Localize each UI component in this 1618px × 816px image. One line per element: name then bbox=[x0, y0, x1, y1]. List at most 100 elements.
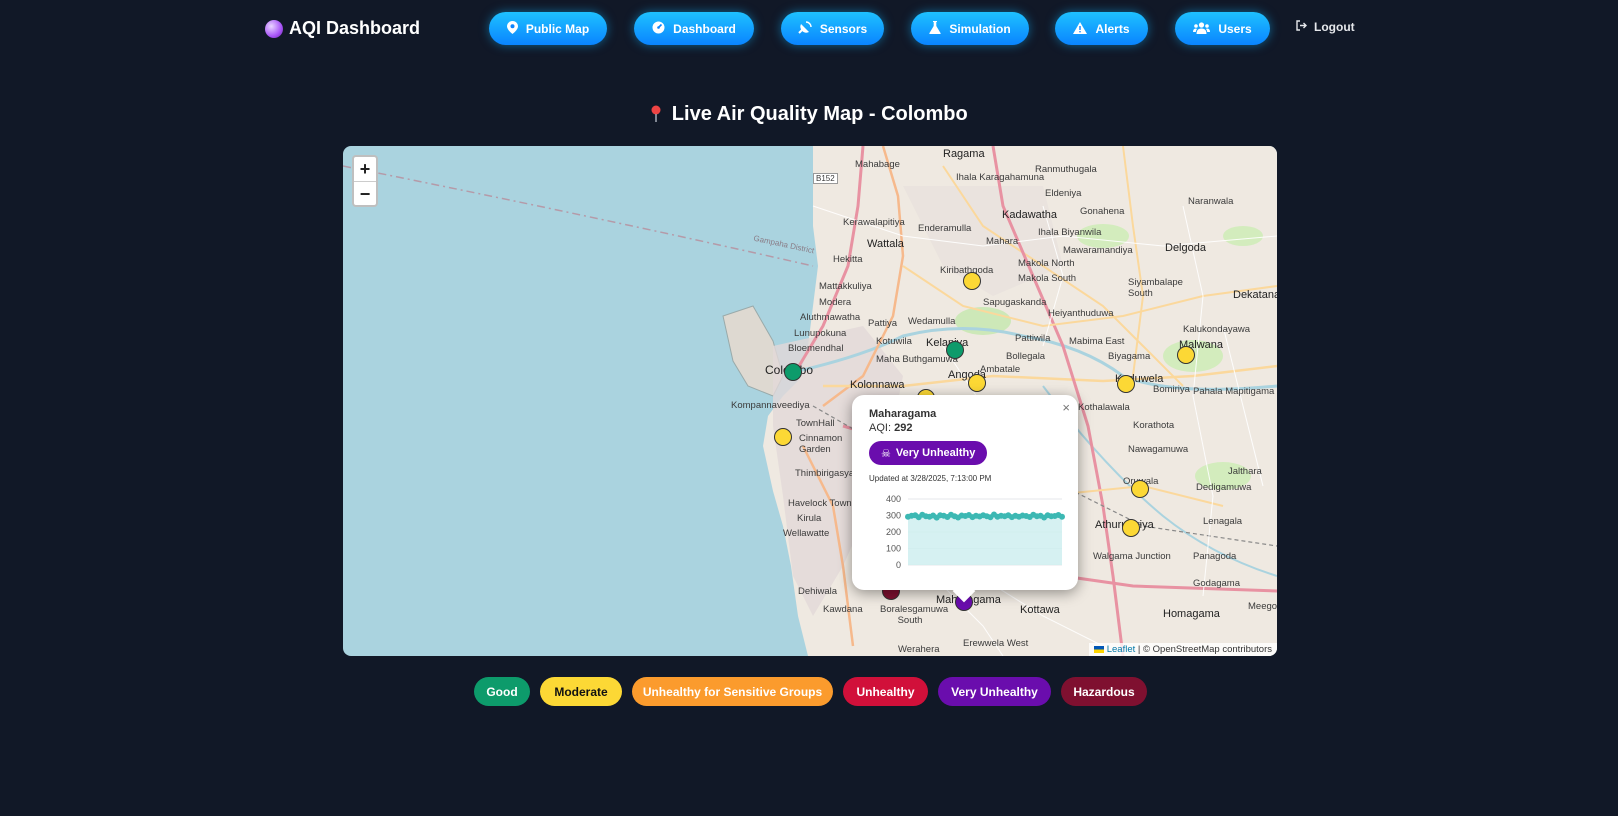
aqi-marker[interactable] bbox=[1177, 346, 1195, 364]
legend-label: Unhealthy bbox=[856, 684, 915, 699]
map-label: Pattiya bbox=[868, 318, 898, 329]
globe-icon bbox=[265, 19, 283, 38]
aqi-marker[interactable] bbox=[968, 374, 986, 392]
map-label: Dehiwala bbox=[798, 586, 838, 597]
nav-label: Users bbox=[1218, 21, 1252, 36]
zoom-out-button[interactable]: − bbox=[354, 181, 376, 205]
legend-label: Very Unhealthy bbox=[951, 684, 1038, 699]
map-label: Homagama bbox=[1163, 608, 1220, 620]
map-tiles[interactable] bbox=[343, 146, 1277, 656]
aqi-marker[interactable] bbox=[963, 272, 981, 290]
chart-area bbox=[908, 514, 1062, 565]
aqi-marker[interactable] bbox=[946, 341, 964, 359]
map-label: Cinnamon Garden bbox=[799, 433, 843, 455]
map-label: Ambatale bbox=[980, 364, 1021, 375]
aqi-trend-chart: 400 300 200 100 0 bbox=[886, 494, 1065, 570]
warning-icon bbox=[1073, 21, 1088, 36]
map-label: Werahera bbox=[898, 644, 940, 655]
logout-button[interactable]: Logout bbox=[1296, 20, 1355, 34]
ukraine-flag-icon bbox=[1093, 645, 1104, 653]
map-label: Gonahena bbox=[1080, 206, 1125, 217]
popup-location: Maharagama bbox=[869, 408, 937, 420]
map-label: Kerawalapitiya bbox=[843, 217, 905, 228]
map-label: Ihala Karagahamuna bbox=[956, 172, 1045, 183]
map-label: Dekatana bbox=[1233, 289, 1277, 301]
legend-unhealthy: Unhealthy bbox=[843, 677, 928, 706]
map-label: Mahara bbox=[986, 236, 1019, 247]
nav-alerts-button[interactable]: Alerts bbox=[1055, 12, 1148, 45]
map-label: Boralesgamuwa South bbox=[880, 604, 949, 626]
map-label: Kompannaveediya bbox=[731, 400, 810, 411]
aqi-marker[interactable] bbox=[1131, 480, 1149, 498]
aqi-marker[interactable] bbox=[1117, 375, 1135, 393]
station-popup: × Maharagama AQI: 292 ☠ Very Unhealthy U… bbox=[852, 395, 1078, 590]
nav-label: Alerts bbox=[1095, 21, 1130, 36]
aqi-marker[interactable] bbox=[784, 363, 802, 381]
map-label: Kawdana bbox=[823, 604, 863, 615]
nav-sensors-button[interactable]: Sensors bbox=[781, 12, 884, 45]
map-label: Meegoda bbox=[1248, 601, 1277, 612]
skull-crossbones-icon: ☠ bbox=[881, 447, 891, 460]
zoom-in-button[interactable]: + bbox=[354, 157, 376, 181]
aqi-marker[interactable] bbox=[1122, 519, 1140, 537]
map-label: Bomiriya bbox=[1153, 384, 1190, 395]
map-label: Havelock Town bbox=[788, 498, 852, 509]
page-title-text: Live Air Quality Map - Colombo bbox=[671, 103, 968, 125]
zoom-control: + − bbox=[352, 155, 378, 207]
nav-label: Dashboard bbox=[673, 21, 736, 36]
legend-label: Moderate bbox=[554, 684, 608, 699]
map-label: Ihala Biyanwila bbox=[1038, 227, 1102, 238]
map-label: Nawagamuwa bbox=[1128, 444, 1189, 455]
map-label: Walgama Junction bbox=[1093, 551, 1171, 562]
map-label: TownHall bbox=[796, 418, 835, 429]
popup-aqi-value: 292 bbox=[894, 422, 913, 434]
nav-label: Simulation bbox=[949, 21, 1011, 36]
legend-very-unhealthy: Very Unhealthy bbox=[938, 677, 1051, 706]
map-label: Kotuwila bbox=[876, 336, 912, 347]
nav-label: Public Map bbox=[525, 21, 590, 36]
brand[interactable]: AQI Dashboard bbox=[265, 18, 420, 39]
legend-moderate: Moderate bbox=[540, 677, 622, 706]
nav-label: Sensors bbox=[819, 21, 868, 36]
aqi-category-label: Very Unhealthy bbox=[895, 447, 976, 459]
aqi-map[interactable]: + − Ragama Mahabage Ranmuthugala Ihala K… bbox=[343, 146, 1277, 656]
map-label: Maha Buthgamuwa bbox=[876, 354, 958, 365]
nav-public-map-button[interactable]: Public Map bbox=[489, 12, 607, 45]
map-label: Bollegala bbox=[1006, 351, 1046, 362]
legend-good: Good bbox=[474, 677, 530, 706]
legend-label: Good bbox=[486, 684, 518, 699]
chart-y-tick: 200 bbox=[886, 527, 901, 537]
popup-close-button[interactable]: × bbox=[1062, 400, 1070, 415]
map-label: Biyagama bbox=[1108, 351, 1151, 362]
satellite-dish-icon bbox=[798, 21, 812, 36]
map-label: Mawaramandiya bbox=[1063, 245, 1133, 256]
map-label: Eldeniya bbox=[1045, 188, 1082, 199]
map-label: Ranmuthugala bbox=[1035, 164, 1097, 175]
aqi-marker[interactable] bbox=[774, 428, 792, 446]
map-label: Dedigamuwa bbox=[1196, 482, 1252, 493]
nav-simulation-button[interactable]: Simulation bbox=[911, 12, 1029, 45]
pushpin-icon bbox=[650, 103, 668, 125]
map-label: Mattakkuliya bbox=[819, 281, 872, 292]
popup-aqi-label: AQI: bbox=[869, 422, 892, 434]
map-label: Hekitta bbox=[833, 254, 863, 265]
nav-dashboard-button[interactable]: Dashboard bbox=[634, 12, 754, 45]
map-label: Wellawatte bbox=[783, 528, 830, 539]
map-label: Enderamulla bbox=[918, 223, 972, 234]
map-label: Wattala bbox=[867, 238, 904, 250]
aqi-category-badge: ☠ Very Unhealthy bbox=[869, 441, 988, 465]
map-label: Godagama bbox=[1193, 578, 1241, 589]
popup-aqi: AQI: 292 bbox=[869, 422, 912, 434]
leaflet-link[interactable]: Leaflet bbox=[1107, 644, 1136, 655]
map-label: Jalthara bbox=[1228, 466, 1262, 477]
map-label: Mahabage bbox=[855, 159, 900, 170]
map-label: Makola South bbox=[1018, 273, 1077, 284]
map-pin-icon bbox=[506, 21, 518, 36]
map-label: Wedamulla bbox=[908, 316, 956, 327]
chart-y-tick: 300 bbox=[886, 511, 901, 521]
flask-icon bbox=[929, 21, 941, 36]
map-label: Delgoda bbox=[1165, 242, 1206, 254]
nav-users-button[interactable]: Users bbox=[1175, 12, 1270, 45]
map-label: Heiyanthuduwa bbox=[1048, 308, 1114, 319]
map-label: Kolonnawa bbox=[850, 379, 905, 391]
